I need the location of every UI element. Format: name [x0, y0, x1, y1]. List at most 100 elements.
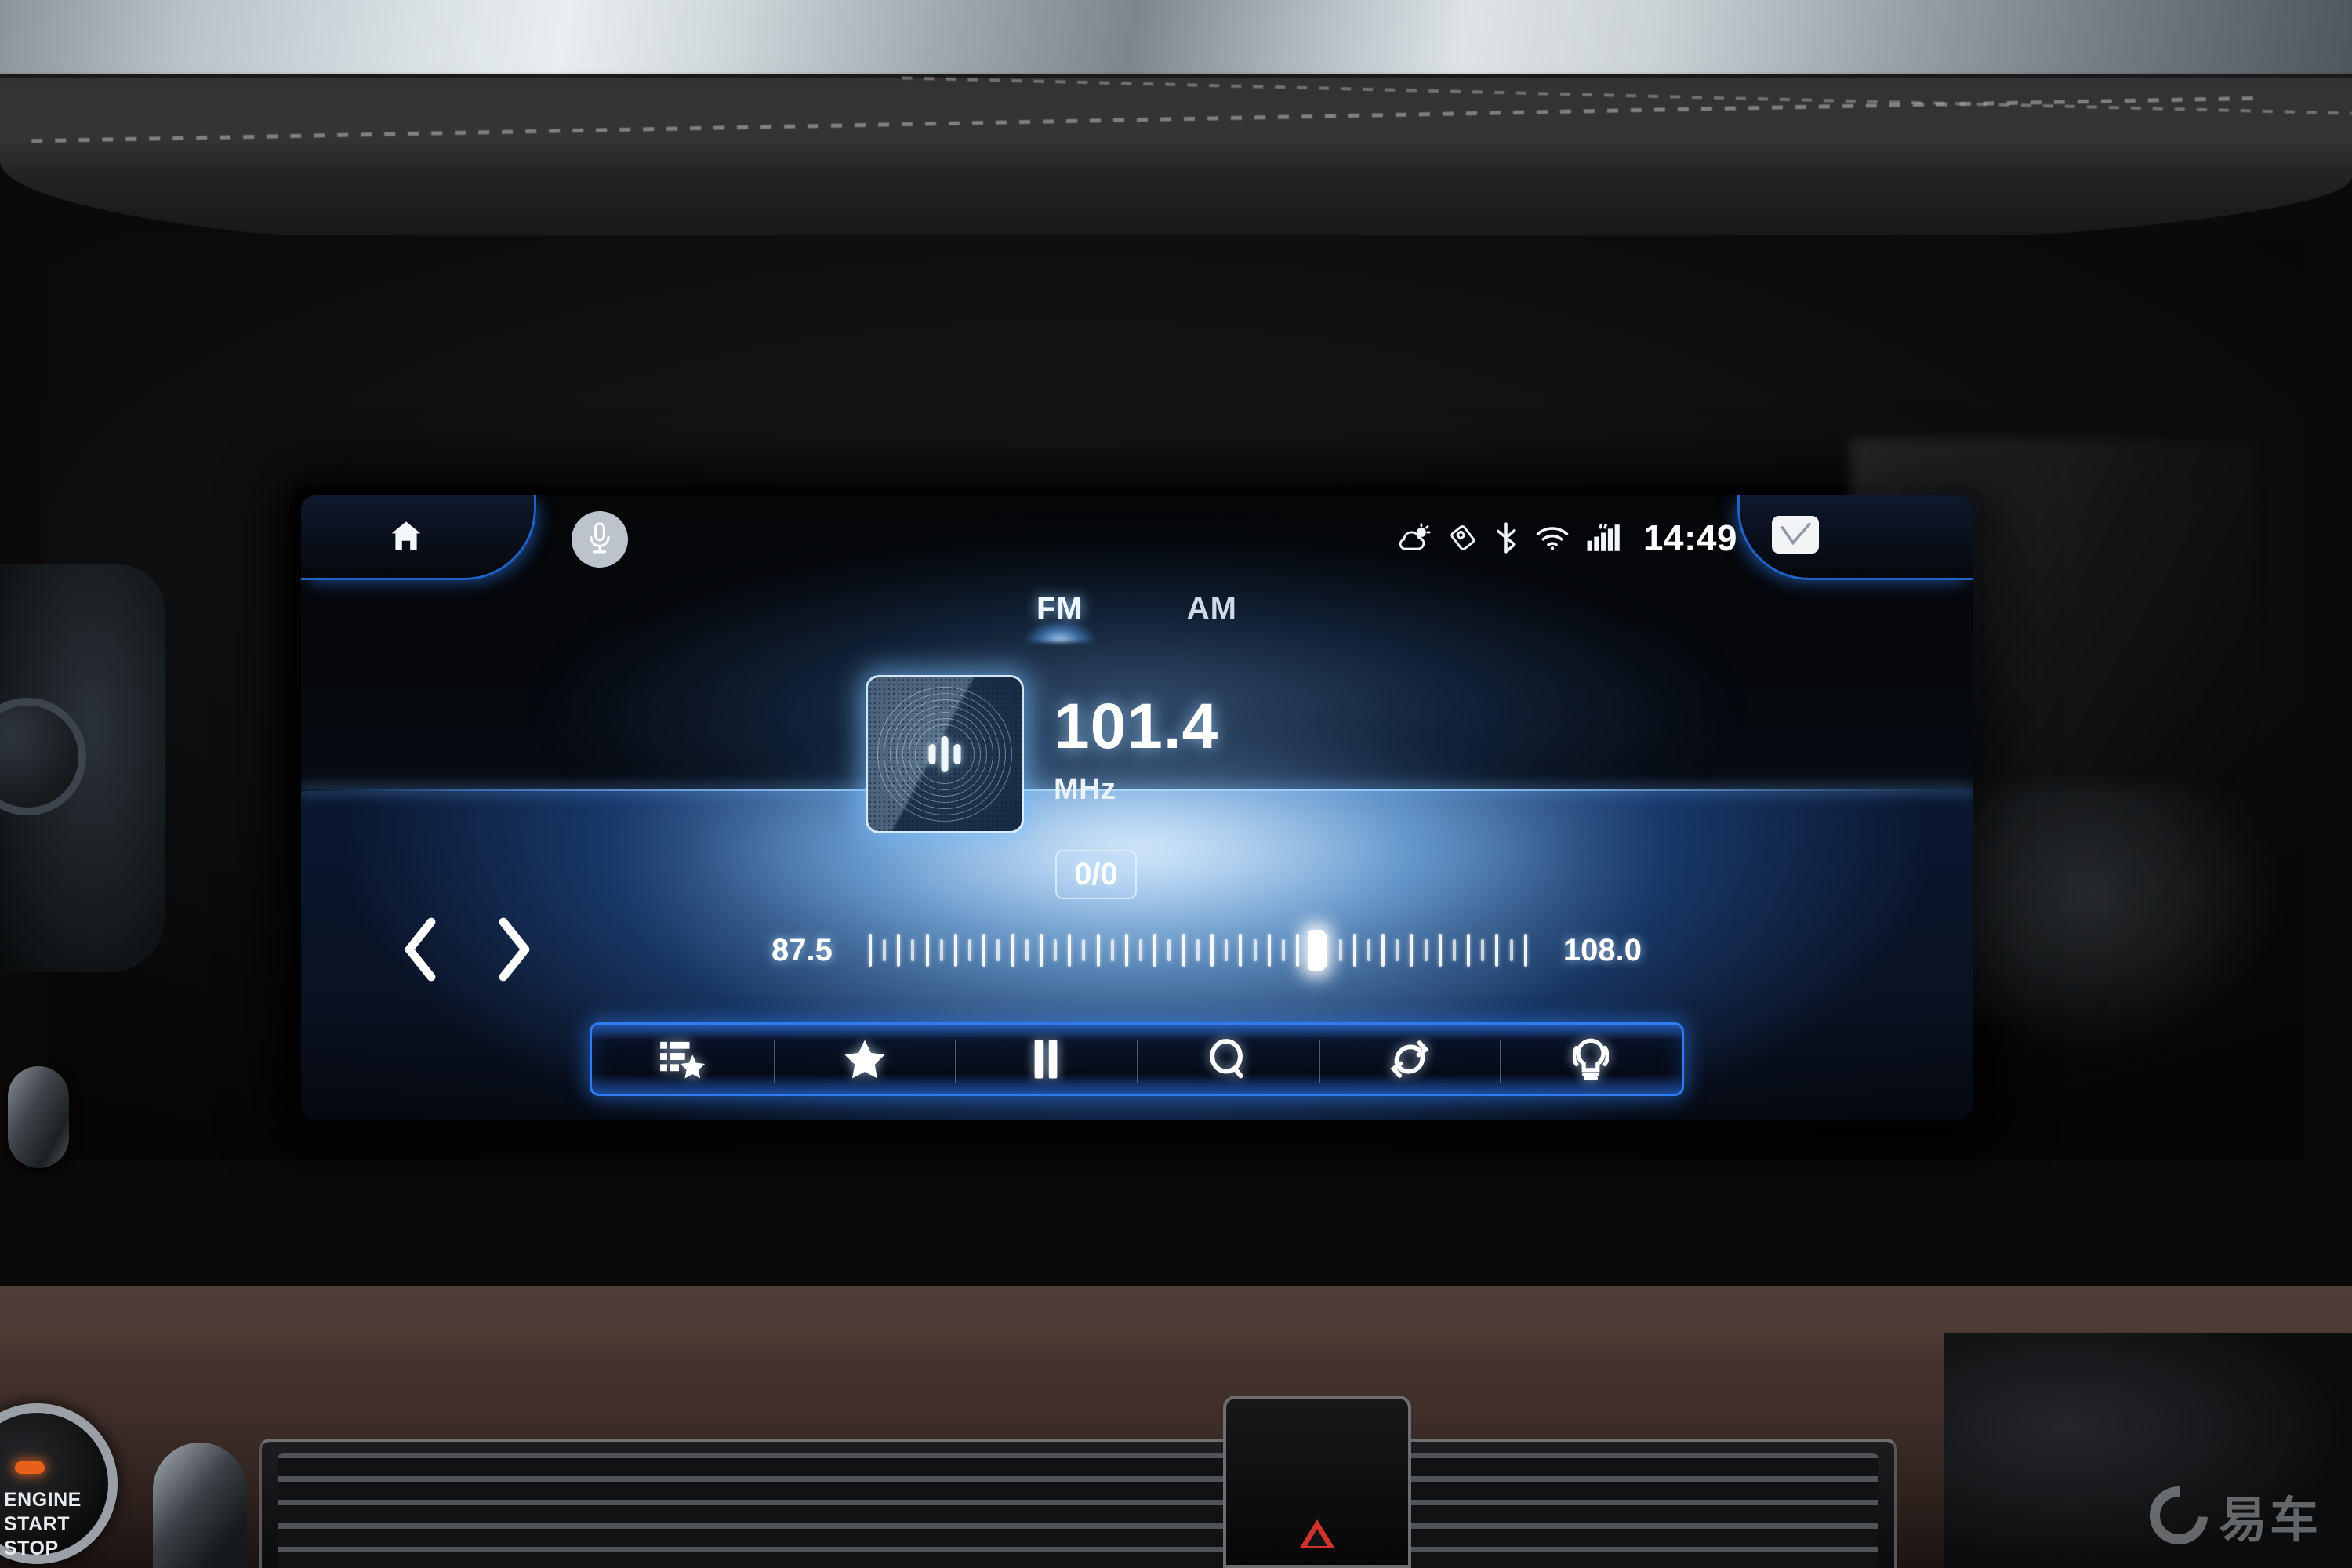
sound-effect-button[interactable] [1500, 1025, 1682, 1094]
yiche-logo-icon [2137, 1474, 2220, 1557]
favorite-button[interactable] [773, 1025, 956, 1094]
air-vent-left [259, 1439, 1262, 1568]
dashboard-sheen [0, 78, 2352, 172]
chevron-right-icon[interactable] [489, 916, 538, 983]
tuner-max-label: 108.0 [1563, 932, 1642, 967]
voice-assistant-button[interactable] [572, 511, 628, 568]
watermark: 易车 [2137, 1474, 2321, 1557]
tuner-tick [1452, 939, 1456, 961]
air-vent-slats-left [278, 1453, 1243, 1568]
engine-label-line-3: STOP [4, 1537, 59, 1559]
preset-counter-badge: 0/0 [1055, 850, 1137, 899]
console-control-knob[interactable] [153, 1443, 247, 1568]
band-tab-am[interactable]: AM [1184, 591, 1240, 639]
tuner-tick [868, 934, 872, 967]
tuner-tick [1196, 939, 1200, 961]
engine-label-line-1: ENGINE [4, 1489, 82, 1511]
tuner-tick [1381, 934, 1385, 967]
tuner-tick [1039, 934, 1043, 967]
tuner-tick [1367, 939, 1370, 961]
usb-drive-icon [1449, 523, 1477, 553]
station-artwork [868, 677, 1022, 831]
audio-wave-bar [928, 744, 936, 764]
band-tab-fm[interactable]: FM [1033, 591, 1087, 639]
tuner-cursor[interactable] [1308, 930, 1326, 971]
tuner-tick [1011, 934, 1014, 967]
infotainment-screen[interactable]: 14:49 FM AM 101.4 MHz 0/0 87.5 108.0 [301, 495, 1973, 1120]
status-bar: 14:49 [301, 495, 1973, 580]
audio-wave-icon [928, 736, 961, 772]
note-card-icon[interactable] [1772, 516, 1819, 554]
frequency-display: 101.4 MHz [1054, 690, 1218, 807]
tuner-tick [1025, 939, 1029, 961]
tuner-tick [1068, 934, 1072, 967]
tuner-tick [1467, 934, 1471, 967]
microphone-icon [590, 522, 610, 554]
tuner-tick [883, 939, 887, 961]
chevron-left-icon[interactable] [397, 916, 445, 983]
audio-wave-bar [953, 744, 961, 764]
search-scan-icon [1208, 1039, 1247, 1080]
glass-reflection-lower [1960, 784, 2289, 1066]
bluetooth-icon [1494, 522, 1519, 554]
audio-wave-bar [941, 736, 949, 772]
tuner-tick [911, 939, 915, 961]
tuner-tick [925, 934, 929, 967]
favorite-star-icon [844, 1039, 886, 1080]
repeat-button[interactable] [1318, 1025, 1501, 1094]
tuner-tick [1352, 934, 1356, 967]
tuner-tick [1239, 934, 1243, 967]
status-icon-tray: 14:49 [1398, 513, 1737, 563]
band-selector: FM AM [301, 591, 1973, 639]
status-clock: 14:49 [1642, 517, 1737, 558]
tuner-tick [1253, 939, 1257, 961]
pause-button[interactable] [955, 1025, 1137, 1094]
tuner-tick [1509, 939, 1513, 961]
tuner-ticks[interactable] [868, 928, 1527, 972]
station-list-button[interactable] [592, 1025, 774, 1094]
frequency-value: 101.4 [1054, 691, 1219, 762]
tuner-tick [1139, 939, 1143, 961]
watermark-text: 易车 [2218, 1491, 2321, 1548]
pause-icon [1033, 1040, 1059, 1079]
cellular-signal-icon [1586, 523, 1621, 553]
tuner-tick [1110, 939, 1114, 961]
station-list-icon [659, 1039, 706, 1080]
wifi-icon [1535, 524, 1570, 551]
tuner-tick [1167, 939, 1171, 961]
tuner-tick [1424, 939, 1428, 961]
tuner-tick [939, 939, 943, 961]
tuner-tick [1410, 934, 1414, 967]
tuner-min-label: 87.5 [771, 932, 833, 967]
engine-start-stop-label: ENGINE START STOP [4, 1488, 122, 1561]
station-artwork-tile [868, 677, 1022, 831]
tuner-tick [1281, 939, 1285, 961]
tuner-tick [1438, 934, 1442, 967]
tuner-tick [996, 939, 1000, 961]
tuner-tick [1338, 939, 1342, 961]
tuner-tick [1082, 939, 1086, 961]
tuner-tick [1096, 934, 1100, 967]
media-toolbar [590, 1022, 1684, 1096]
tuner-tick [1054, 939, 1058, 961]
tuner-tick [1124, 934, 1128, 967]
tuner-tick [1481, 939, 1485, 961]
tuner-tick [953, 934, 957, 967]
tuner-tick [1225, 939, 1229, 961]
scan-button[interactable] [1137, 1025, 1319, 1094]
tuner-tick [982, 934, 986, 967]
tuner-tick [1267, 934, 1271, 967]
tuner-tick [1495, 934, 1499, 967]
engine-status-led [15, 1461, 45, 1474]
tuner-tick [1153, 934, 1157, 967]
tuner-tick [1210, 934, 1214, 967]
engine-label-line-2: START [4, 1513, 70, 1535]
hazard-light-button[interactable] [1223, 1396, 1411, 1568]
tuner-scale[interactable]: 87.5 108.0 [771, 919, 1642, 982]
tuner-tick [897, 934, 901, 967]
home-icon[interactable] [387, 517, 425, 555]
weather-icon [1398, 523, 1432, 553]
tuner-tick [1523, 934, 1527, 967]
tuner-tick [1296, 934, 1300, 967]
tuner-tick [968, 939, 972, 961]
